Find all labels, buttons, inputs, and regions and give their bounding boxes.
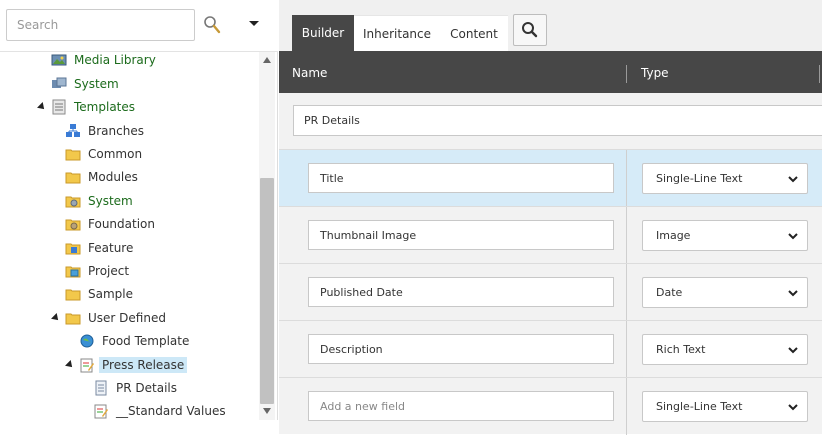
tree-search-bar — [0, 0, 278, 52]
field-row[interactable]: Title Single-Line Text — [279, 149, 822, 207]
collapse-arrow-icon[interactable] — [50, 312, 62, 324]
globe-template-icon — [79, 333, 95, 349]
tab-content[interactable]: Content — [440, 15, 508, 51]
tree-item-label: Branches — [88, 124, 144, 138]
tree-item-label: Press Release — [99, 357, 188, 373]
field-name-input[interactable]: Published Date — [308, 277, 614, 307]
tree-scrollbar[interactable] — [259, 52, 275, 420]
column-divider — [626, 65, 627, 83]
collapse-arrow-icon[interactable] — [36, 101, 48, 113]
chevron-down-icon — [787, 173, 799, 185]
scroll-down-arrow-icon[interactable] — [263, 408, 271, 414]
tree-item-templates[interactable]: Templates — [36, 97, 138, 117]
tree-item-system[interactable]: System — [36, 74, 122, 94]
template-edit-icon — [79, 357, 95, 373]
folder-icon — [65, 286, 81, 302]
project-folder-icon — [65, 263, 81, 279]
editor-tabs: Builder Inheritance Content — [279, 0, 822, 51]
tab-inheritance[interactable]: Inheritance — [354, 15, 440, 51]
field-row[interactable]: Description Rich Text — [279, 320, 822, 378]
folder-icon — [65, 146, 81, 162]
tree-item-sample[interactable]: Sample — [50, 284, 136, 304]
field-type-select[interactable]: Single-Line Text — [642, 163, 808, 194]
column-header-type: Type — [641, 66, 669, 80]
section-document-icon — [93, 380, 109, 396]
system-icon — [51, 76, 67, 92]
field-type-select[interactable]: Single-Line Text — [642, 391, 808, 422]
tree-item-label: Common — [88, 147, 143, 161]
section-name-input[interactable]: PR Details — [293, 105, 822, 136]
field-type-value: Image — [656, 229, 691, 242]
field-name-input[interactable]: Thumbnail Image — [308, 220, 614, 250]
tree-item-standard-values[interactable]: __Standard Values — [78, 401, 229, 420]
field-type-select[interactable]: Date — [642, 277, 808, 308]
field-type-value: Single-Line Text — [656, 172, 743, 185]
media-library-icon — [51, 52, 67, 68]
field-row[interactable]: Published Date Date — [279, 263, 822, 321]
search-options-dropdown-icon[interactable] — [244, 14, 264, 34]
scroll-thumb[interactable] — [260, 178, 274, 404]
tree-item-label: Templates — [74, 100, 136, 114]
tree-item-label: Modules — [88, 170, 138, 184]
tree-item-user-defined[interactable]: User Defined — [50, 308, 169, 328]
fields-table-header: Name Type — [279, 51, 822, 93]
chevron-down-icon — [787, 230, 799, 242]
field-type-value: Rich Text — [656, 343, 706, 356]
tree-item-modules[interactable]: Modules — [50, 167, 141, 187]
new-field-row[interactable]: Add a new field Single-Line Text — [279, 377, 822, 435]
search-icon[interactable] — [513, 14, 547, 46]
tree-item-label: Media Library — [74, 53, 156, 67]
tree-item-label: Feature — [88, 241, 134, 255]
field-type-value: Date — [656, 286, 683, 299]
search-icon[interactable] — [202, 13, 224, 37]
tree-item-label: User Defined — [88, 311, 166, 325]
tree-item-press-release[interactable]: Press Release — [64, 355, 188, 375]
tree-item-system-folder[interactable]: System — [50, 191, 136, 211]
column-divider — [819, 65, 820, 83]
template-builder-panel: Builder Inheritance Content Name Type PR… — [279, 0, 822, 435]
system-folder-icon — [65, 193, 81, 209]
chevron-down-icon — [787, 401, 799, 413]
templates-icon — [51, 99, 67, 115]
content-tree: Media Library System Templates Branches — [0, 52, 258, 420]
scroll-up-arrow-icon[interactable] — [263, 57, 271, 63]
field-name-input[interactable]: Title — [308, 163, 614, 193]
section-row: PR Details — [279, 93, 822, 149]
field-type-select[interactable]: Image — [642, 220, 808, 251]
tree-item-label: System — [88, 194, 133, 208]
tree-item-label: Foundation — [88, 217, 155, 231]
tree-item-label: __Standard Values — [116, 404, 226, 418]
field-row[interactable]: Thumbnail Image Image — [279, 206, 822, 264]
chevron-down-icon — [787, 344, 799, 356]
tree-item-pr-details[interactable]: PR Details — [78, 378, 180, 398]
foundation-folder-icon — [65, 216, 81, 232]
new-field-name-input[interactable]: Add a new field — [308, 391, 614, 421]
folder-icon — [65, 169, 81, 185]
tree-item-feature[interactable]: Feature — [50, 238, 136, 258]
field-type-select[interactable]: Rich Text — [642, 334, 808, 365]
tree-item-media-library[interactable]: Media Library — [36, 52, 159, 70]
tree-item-label: System — [74, 77, 119, 91]
column-header-name: Name — [292, 66, 328, 80]
tree-item-label: Sample — [88, 287, 133, 301]
collapse-arrow-icon[interactable] — [64, 359, 76, 371]
search-input[interactable] — [6, 9, 195, 41]
tree-item-label: Food Template — [102, 334, 190, 348]
tree-item-common[interactable]: Common — [50, 144, 145, 164]
tree-item-label: PR Details — [116, 381, 177, 395]
content-tree-panel: Media Library System Templates Branches — [0, 0, 278, 420]
branches-icon — [65, 123, 81, 139]
tree-item-foundation[interactable]: Foundation — [50, 214, 158, 234]
field-name-input[interactable]: Description — [308, 334, 614, 364]
tab-builder[interactable]: Builder — [292, 15, 354, 51]
folder-icon — [65, 310, 81, 326]
feature-folder-icon — [65, 240, 81, 256]
field-type-value: Single-Line Text — [656, 400, 743, 413]
tree-item-project[interactable]: Project — [50, 261, 132, 281]
tree-item-branches[interactable]: Branches — [50, 121, 147, 141]
tree-item-food-template[interactable]: Food Template — [64, 331, 192, 351]
tree-item-label: Project — [88, 264, 130, 278]
chevron-down-icon — [787, 287, 799, 299]
standard-values-icon — [93, 403, 109, 419]
